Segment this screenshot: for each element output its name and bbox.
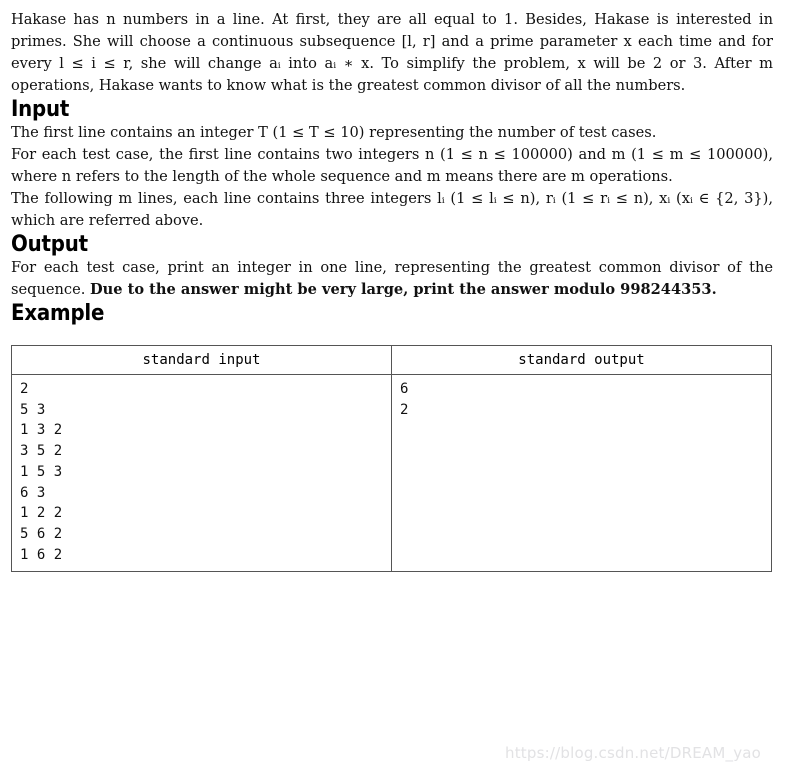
input-paragraph-3: The following m lines, each line contain… [11,190,773,229]
output-section-heading: Output [11,232,88,257]
output-paragraph: For each test case, print an integer in … [11,257,773,301]
standard-output-text: 6 2 [400,381,409,418]
input-paragraph-1: The first line contains an integer T (1 … [11,124,657,141]
example-section-heading: Example [11,301,105,326]
site-watermark: https://blog.csdn.net/DREAM_yao [505,744,762,762]
standard-input-cell: 2 5 3 1 3 2 3 5 2 1 5 3 6 3 1 2 2 5 6 2 … [11,373,392,573]
standard-input-text: 2 5 3 1 3 2 3 5 2 1 5 3 6 3 1 2 2 5 6 2 … [20,381,63,563]
problem-page: Hakase has n numbers in a line. At first… [0,0,798,772]
column-header-standard-input: standard input [11,345,392,375]
input-section-heading: Input [11,97,70,122]
input-paragraph-2: For each test case, the first line conta… [11,146,773,185]
problem-statement: Hakase has n numbers in a line. At first… [11,11,773,94]
output-modulo-note: Due to the answer might be very large, p… [90,281,717,298]
example-io-table: standard input standard output 2 5 3 1 3… [11,345,772,573]
table-header-row: standard input standard output [11,345,772,375]
table-row: 2 5 3 1 3 2 3 5 2 1 5 3 6 3 1 2 2 5 6 2 … [11,373,772,573]
standard-output-cell: 6 2 [391,373,772,573]
column-header-standard-output: standard output [391,345,772,375]
